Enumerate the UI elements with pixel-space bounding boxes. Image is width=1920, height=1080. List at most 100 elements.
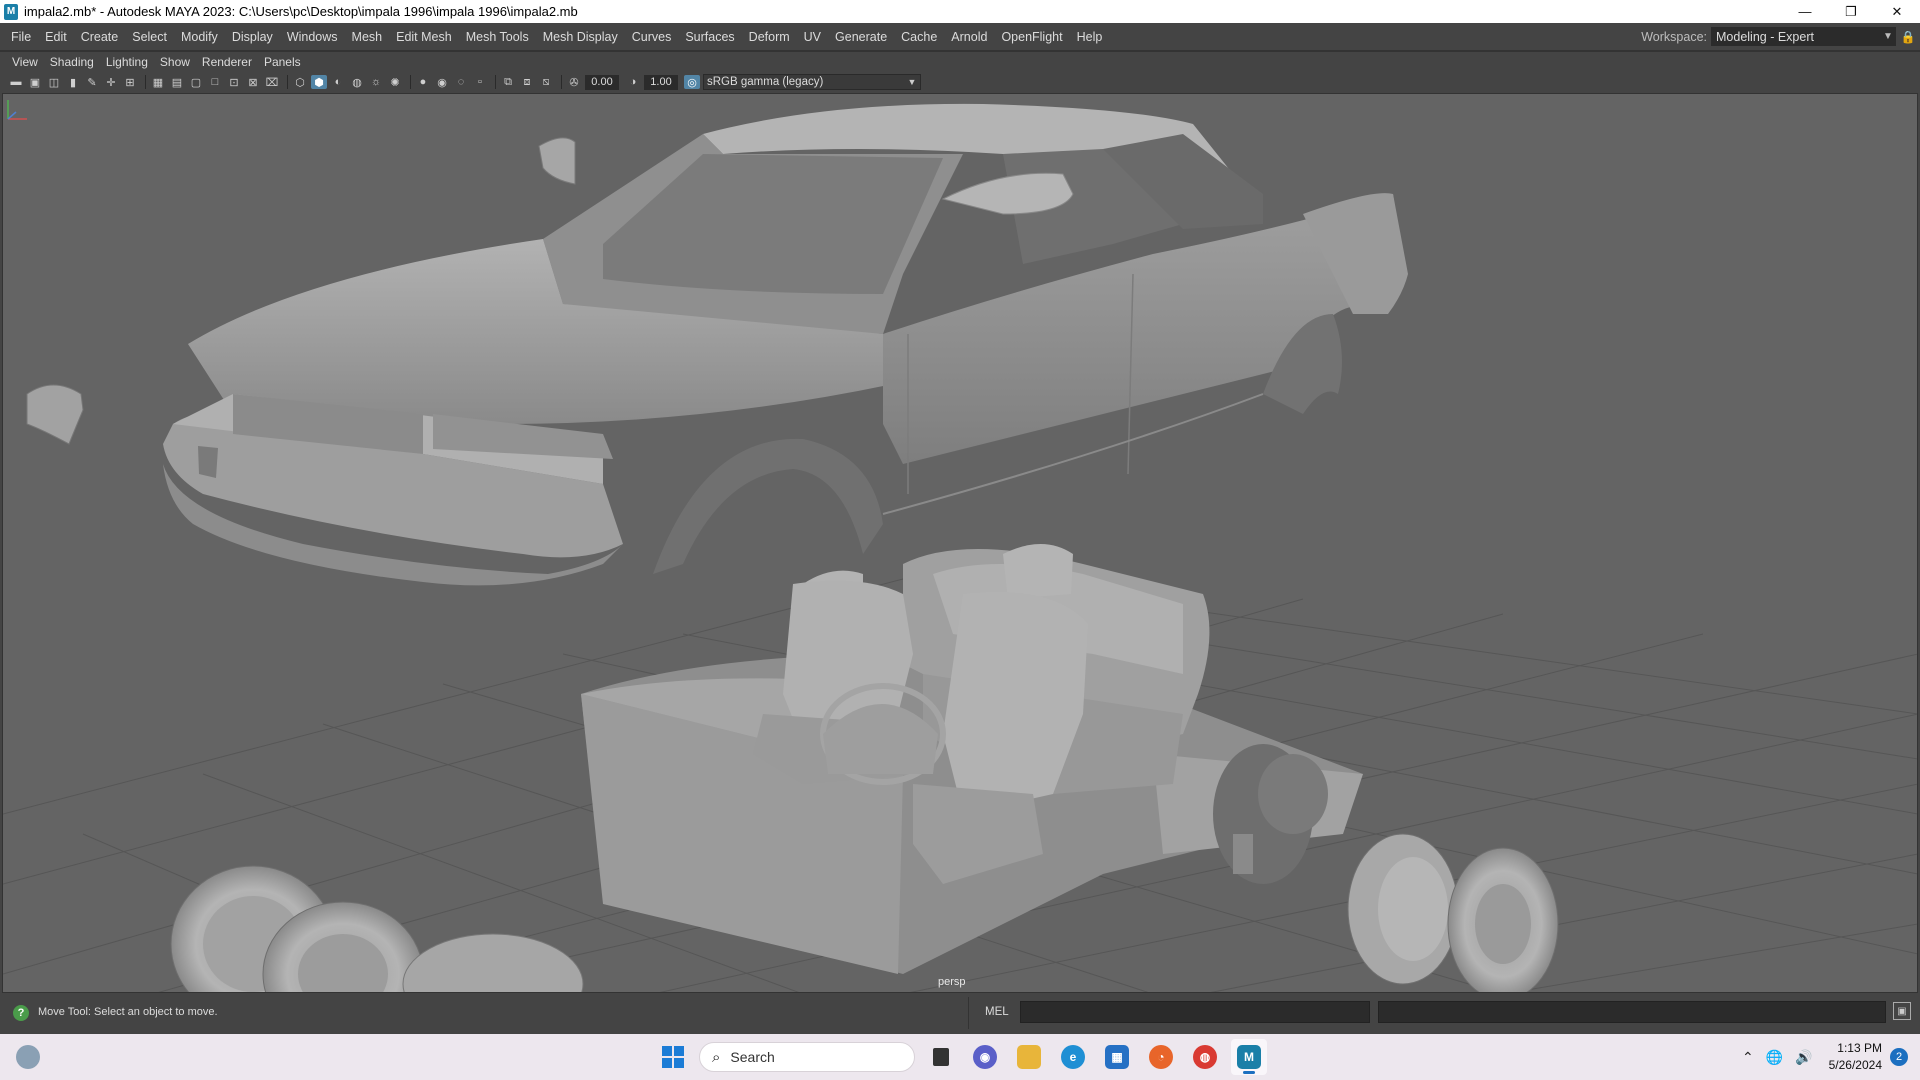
menu-cache[interactable]: Cache <box>894 23 944 50</box>
shadows-icon[interactable]: ✺ <box>387 75 403 89</box>
safe-title-icon[interactable]: ⌧ <box>264 75 280 89</box>
menu-mesh-display[interactable]: Mesh Display <box>536 23 625 50</box>
weather-widget-icon[interactable] <box>16 1045 40 1069</box>
menu-modify[interactable]: Modify <box>174 23 225 50</box>
menu-surfaces[interactable]: Surfaces <box>678 23 741 50</box>
panel-menu-renderer[interactable]: Renderer <box>196 55 258 69</box>
command-separator <box>968 997 969 1029</box>
mirror-piece-top <box>538 137 576 185</box>
grid-toggle-icon[interactable]: ⊞ <box>122 75 138 89</box>
menu-help[interactable]: Help <box>1070 23 1110 50</box>
film-gate-icon[interactable]: ▤ <box>169 75 185 89</box>
gamma-icon[interactable]: ◑ <box>625 75 641 89</box>
task-view-icon <box>933 1048 949 1066</box>
exposure-icon[interactable]: ✇ <box>566 75 582 89</box>
workspace-dropdown[interactable]: Modeling - Expert ▼ <box>1711 27 1896 46</box>
menu-select[interactable]: Select <box>125 23 174 50</box>
textured-icon[interactable]: ◍ <box>349 75 365 89</box>
workspace-label: Workspace: <box>1641 29 1707 44</box>
transform-icon[interactable]: ✛ <box>103 75 119 89</box>
field-chart-icon[interactable]: ⊡ <box>226 75 242 89</box>
search-placeholder: Search <box>730 1049 775 1065</box>
panel-menu-show[interactable]: Show <box>154 55 196 69</box>
resolution-gate-icon[interactable]: ▢ <box>188 75 204 89</box>
grid-icon[interactable]: ▦ <box>150 75 166 89</box>
menu-edit-mesh[interactable]: Edit Mesh <box>389 23 459 50</box>
axis-gizmo <box>7 100 27 120</box>
chrome-app[interactable]: ◍ <box>1187 1039 1223 1075</box>
camera-label: persp <box>938 976 966 988</box>
chevron-up-icon[interactable]: ⌃ <box>1742 1049 1754 1066</box>
anti-aliasing-icon[interactable]: ◌ <box>453 75 469 89</box>
toolbar-separator <box>287 75 288 89</box>
panel-menu-panels[interactable]: Panels <box>258 55 307 69</box>
depth-of-field-icon[interactable]: ▫ <box>472 75 488 89</box>
menu-display[interactable]: Display <box>225 23 280 50</box>
color-management-icon[interactable]: ◎ <box>684 75 700 89</box>
menu-file[interactable]: File <box>0 23 38 50</box>
notification-badge[interactable]: 2 <box>1890 1048 1908 1066</box>
panel-menu-view[interactable]: View <box>0 55 44 69</box>
folder-icon <box>1017 1045 1041 1069</box>
bookmark-icon[interactable]: ▮ <box>65 75 81 89</box>
panel-toolbar: ▬ ▣ ◫ ▮ ✎ ✛ ⊞ ▦ ▤ ▢ □ ⊡ ⊠ ⌧ ⬡ ⬢ ◐ ◍ ☼ ✺ … <box>0 72 1920 92</box>
panel-menu-bar: View Shading Lighting Show Renderer Pane… <box>0 52 1920 72</box>
menu-arnold[interactable]: Arnold <box>944 23 994 50</box>
edge-app[interactable]: e <box>1055 1039 1091 1075</box>
menu-generate[interactable]: Generate <box>828 23 894 50</box>
xray-joints-icon[interactable]: ⧅ <box>538 75 554 89</box>
window-title-bar: M impala2.mb* - Autodesk MAYA 2023: C:\U… <box>0 0 1920 23</box>
menu-edit[interactable]: Edit <box>38 23 74 50</box>
xray-icon[interactable]: ⧈ <box>519 75 535 89</box>
command-input[interactable] <box>1020 1001 1370 1023</box>
isolate-select-icon[interactable]: ⧉ <box>500 75 516 89</box>
panel-menu-shading[interactable]: Shading <box>44 55 100 69</box>
minimize-button[interactable]: — <box>1782 0 1828 23</box>
file-explorer-app[interactable] <box>1011 1039 1047 1075</box>
maya-taskbar-app[interactable]: M <box>1231 1039 1267 1075</box>
chat-icon: ◉ <box>973 1045 997 1069</box>
wireframe-icon[interactable]: ⬡ <box>292 75 308 89</box>
speaker-icon[interactable]: 🔊 <box>1795 1049 1812 1066</box>
clock-time: 1:13 PM <box>1837 1041 1882 1055</box>
image-plane-icon[interactable]: ◫ <box>46 75 62 89</box>
menu-uv[interactable]: UV <box>797 23 828 50</box>
view-transform-dropdown[interactable]: sRGB gamma (legacy) ▼ <box>703 74 921 90</box>
gate-mask-icon[interactable]: □ <box>207 75 223 89</box>
menu-create[interactable]: Create <box>74 23 126 50</box>
start-button[interactable] <box>655 1039 691 1075</box>
maya-icon: M <box>1237 1045 1261 1069</box>
wireframe-on-shaded-icon[interactable]: ◐ <box>330 75 346 89</box>
panel-menu-lighting[interactable]: Lighting <box>100 55 154 69</box>
gamma-field[interactable]: 1.00 <box>644 74 678 90</box>
menu-windows[interactable]: Windows <box>280 23 345 50</box>
close-button[interactable]: ✕ <box>1874 0 1920 23</box>
menu-deform[interactable]: Deform <box>742 23 797 50</box>
menu-curves[interactable]: Curves <box>625 23 679 50</box>
clock[interactable]: 1:13 PM 5/26/2024 <box>1829 1040 1882 1074</box>
store-app[interactable]: ▦ <box>1099 1039 1135 1075</box>
menu-mesh-tools[interactable]: Mesh Tools <box>459 23 536 50</box>
firefox-app[interactable]: ◔ <box>1143 1039 1179 1075</box>
exposure-field[interactable]: 0.00 <box>585 74 619 90</box>
grease-pencil-icon[interactable]: ✎ <box>84 75 100 89</box>
motion-blur-icon[interactable]: ◉ <box>434 75 450 89</box>
menu-mesh[interactable]: Mesh <box>345 23 390 50</box>
lock-icon[interactable]: 🔒 <box>1896 30 1920 44</box>
script-editor-icon[interactable]: ▣ <box>1893 1002 1911 1020</box>
taskbar-search[interactable]: ⌕ Search <box>699 1042 915 1072</box>
globe-icon[interactable]: 🌐 <box>1766 1049 1783 1066</box>
perspective-viewport[interactable]: persp <box>2 93 1918 993</box>
screen-space-ao-icon[interactable]: ● <box>415 75 431 89</box>
camera-bookmarks-icon[interactable]: ▣ <box>27 75 43 89</box>
spare-tires <box>170 865 584 992</box>
smooth-shade-icon[interactable]: ⬢ <box>311 75 327 89</box>
task-view-button[interactable] <box>923 1039 959 1075</box>
camera-attributes-icon[interactable]: ▬ <box>8 75 24 89</box>
use-all-lights-icon[interactable]: ☼ <box>368 75 384 89</box>
menu-openflight[interactable]: OpenFlight <box>994 23 1069 50</box>
command-language-toggle[interactable]: MEL <box>985 1006 1009 1018</box>
teams-app[interactable]: ◉ <box>967 1039 1003 1075</box>
safe-action-icon[interactable]: ⊠ <box>245 75 261 89</box>
restore-button[interactable]: ❐ <box>1828 0 1874 23</box>
